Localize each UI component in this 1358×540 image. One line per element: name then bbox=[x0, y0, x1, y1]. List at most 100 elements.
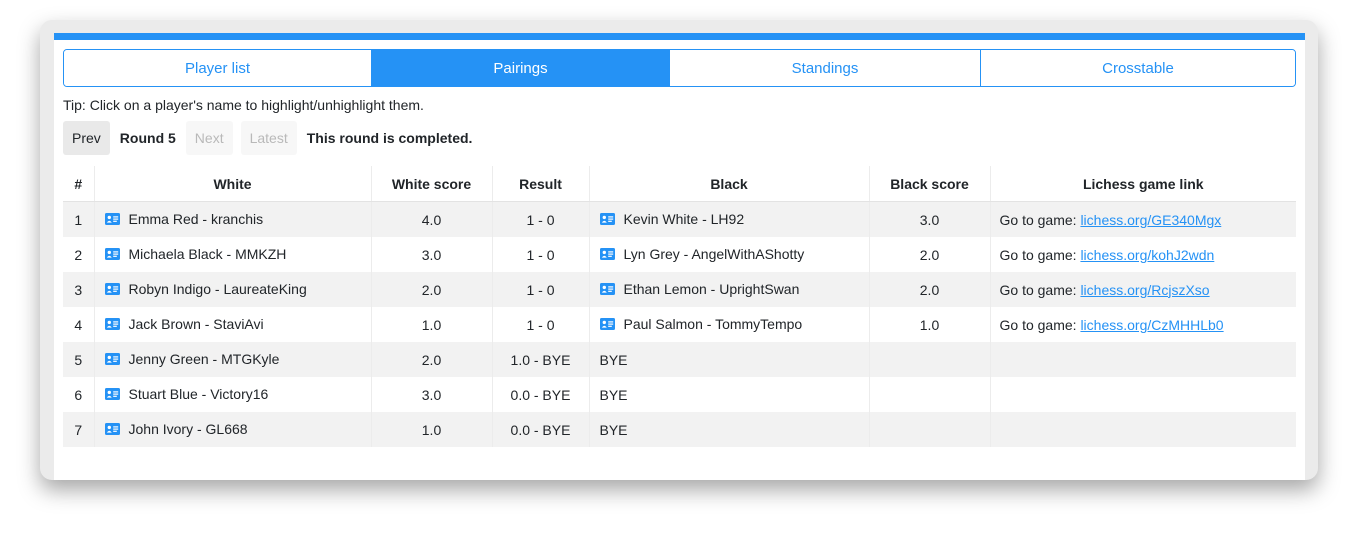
game-link-prefix: Go to game: bbox=[999, 246, 1081, 263]
lichess-game-link[interactable]: lichess.org/RcjszXso bbox=[1080, 282, 1209, 298]
black-cell-player[interactable]: Paul Salmon - TommyTempo bbox=[599, 316, 803, 332]
id-card-icon bbox=[104, 213, 120, 225]
white-cell: Stuart Blue - Victory16 bbox=[94, 377, 372, 412]
black-cell-bye: BYE bbox=[589, 342, 870, 377]
white-cell: Jenny Green - MTGKyle bbox=[94, 342, 372, 377]
black-cell-bye: BYE bbox=[589, 412, 870, 447]
black-score-cell bbox=[869, 377, 991, 412]
black-cell-player[interactable]: Ethan Lemon - UprightSwan bbox=[599, 281, 800, 297]
player-name: Paul Salmon - TommyTempo bbox=[623, 316, 803, 332]
white-score-cell: 3.0 bbox=[371, 377, 493, 412]
header-black-score: Black score bbox=[869, 166, 991, 202]
latest-round-button[interactable]: Latest bbox=[240, 121, 297, 155]
id-card-icon bbox=[104, 423, 120, 435]
white-cell: John Ivory - GL668 bbox=[94, 412, 372, 447]
result-cell: 1 - 0 bbox=[492, 237, 590, 272]
result-cell: 1 - 0 bbox=[492, 201, 590, 237]
lichess-game-link[interactable]: lichess.org/GE340Mgx bbox=[1080, 212, 1221, 228]
white-cell: Robyn Indigo - LaureateKing bbox=[94, 272, 372, 307]
white-cell-player[interactable]: Jenny Green - MTGKyle bbox=[104, 351, 280, 367]
tab-player-list[interactable]: Player list bbox=[64, 50, 371, 86]
game-link-prefix: Go to game: bbox=[999, 211, 1081, 228]
tab-pairings[interactable]: Pairings bbox=[371, 50, 669, 86]
row-number: 1 bbox=[63, 201, 95, 237]
black-cell: Lyn Grey - AngelWithAShotty bbox=[589, 237, 870, 272]
header-result: Result bbox=[492, 166, 590, 202]
player-name: Jack Brown - StaviAvi bbox=[128, 316, 264, 332]
id-card-icon bbox=[599, 213, 615, 225]
tip-text: Tip: Click on a player's name to highlig… bbox=[63, 97, 424, 113]
white-score-cell: 2.0 bbox=[371, 342, 493, 377]
black-cell-player[interactable]: Kevin White - LH92 bbox=[599, 211, 745, 227]
black-score-cell: 2.0 bbox=[869, 237, 991, 272]
player-name: Ethan Lemon - UprightSwan bbox=[623, 281, 800, 297]
header-black: Black bbox=[589, 166, 870, 202]
header-white-score: White score bbox=[371, 166, 493, 202]
pairings-body: 1 Emma Red - kranchis 4.0 1 - 0 Kevin White … bbox=[63, 201, 1296, 447]
next-round-button[interactable]: Next bbox=[185, 121, 233, 155]
header-number: # bbox=[63, 166, 95, 202]
row-number: 6 bbox=[63, 377, 95, 412]
white-cell-player[interactable]: Robyn Indigo - LaureateKing bbox=[104, 281, 307, 297]
header-game-link: Lichess game link bbox=[990, 166, 1296, 202]
prev-round-button[interactable]: Prev bbox=[63, 121, 110, 155]
white-cell-player[interactable]: Stuart Blue - Victory16 bbox=[104, 386, 268, 402]
tab-crosstable[interactable]: Crosstable bbox=[980, 50, 1295, 86]
white-score-cell: 1.0 bbox=[371, 307, 493, 342]
player-name: Robyn Indigo - LaureateKing bbox=[128, 281, 307, 297]
screenshot-stage: Player list Pairings Standings Crosstabl… bbox=[0, 0, 1358, 540]
id-card-icon bbox=[104, 318, 120, 330]
player-name: Kevin White - LH92 bbox=[623, 211, 745, 227]
game-link-prefix: Go to game: bbox=[999, 316, 1081, 333]
id-card-icon bbox=[104, 388, 120, 400]
lichess-game-link[interactable]: lichess.org/CzMHHLb0 bbox=[1080, 317, 1223, 333]
black-score-cell: 3.0 bbox=[869, 201, 991, 237]
row-number: 2 bbox=[63, 237, 95, 272]
white-cell-player[interactable]: Emma Red - kranchis bbox=[104, 211, 264, 227]
table-row: 4 Jack Brown - StaviAvi 1.0 1 - 0 Paul Salmo… bbox=[63, 307, 1296, 342]
round-navigation: Prev Round 5 Next Latest This round is c… bbox=[63, 121, 472, 155]
round-status: This round is completed. bbox=[306, 130, 473, 146]
table-row: 1 Emma Red - kranchis 4.0 1 - 0 Kevin White … bbox=[63, 201, 1296, 237]
game-link-cell: Go to game: lichess.org/RcjszXso bbox=[990, 272, 1296, 307]
player-name: John Ivory - GL668 bbox=[128, 421, 248, 437]
black-score-cell: 2.0 bbox=[869, 272, 991, 307]
player-name: Emma Red - kranchis bbox=[128, 211, 264, 227]
white-cell-player[interactable]: Jack Brown - StaviAvi bbox=[104, 316, 264, 332]
header-white: White bbox=[94, 166, 372, 202]
table-row: 5 Jenny Green - MTGKyle 2.0 1.0 - BYE BYE bbox=[63, 342, 1296, 377]
id-card-icon bbox=[104, 353, 120, 365]
game-link-prefix: Go to game: bbox=[999, 281, 1081, 298]
id-card-icon bbox=[104, 283, 120, 295]
row-number: 5 bbox=[63, 342, 95, 377]
white-cell-player[interactable]: John Ivory - GL668 bbox=[104, 421, 248, 437]
white-score-cell: 1.0 bbox=[371, 412, 493, 447]
black-score-cell bbox=[869, 412, 991, 447]
black-score-cell bbox=[869, 342, 991, 377]
row-number: 7 bbox=[63, 412, 95, 447]
game-link-cell: Go to game: lichess.org/CzMHHLb0 bbox=[990, 307, 1296, 342]
player-name: Jenny Green - MTGKyle bbox=[128, 351, 280, 367]
black-cell-bye: BYE bbox=[589, 377, 870, 412]
game-link-cell bbox=[990, 412, 1296, 447]
id-card-icon bbox=[599, 283, 615, 295]
result-cell: 0.0 - BYE bbox=[492, 377, 590, 412]
black-cell-player[interactable]: Lyn Grey - AngelWithAShotty bbox=[599, 246, 804, 262]
white-cell-player[interactable]: Michaela Black - MMKZH bbox=[104, 246, 287, 262]
lichess-game-link[interactable]: lichess.org/kohJ2wdn bbox=[1080, 247, 1214, 263]
table-row: 6 Stuart Blue - Victory16 3.0 0.0 - BYE BYE bbox=[63, 377, 1296, 412]
view-tabs: Player list Pairings Standings Crosstabl… bbox=[63, 49, 1296, 87]
table-row: 7 John Ivory - GL668 1.0 0.0 - BYE BYE bbox=[63, 412, 1296, 447]
black-cell: Kevin White - LH92 bbox=[589, 201, 870, 237]
table-row: 3 Robyn Indigo - LaureateKing 2.0 1 - 0 Etha… bbox=[63, 272, 1296, 307]
tab-standings[interactable]: Standings bbox=[669, 50, 980, 86]
id-card-icon bbox=[104, 248, 120, 260]
id-card-icon bbox=[599, 248, 615, 260]
game-link-cell bbox=[990, 342, 1296, 377]
player-name: Michaela Black - MMKZH bbox=[128, 246, 287, 262]
game-link-cell: Go to game: lichess.org/GE340Mgx bbox=[990, 201, 1296, 237]
white-cell: Michaela Black - MMKZH bbox=[94, 237, 372, 272]
tournament-panel: Player list Pairings Standings Crosstabl… bbox=[54, 33, 1305, 480]
result-cell: 1 - 0 bbox=[492, 272, 590, 307]
black-score-cell: 1.0 bbox=[869, 307, 991, 342]
